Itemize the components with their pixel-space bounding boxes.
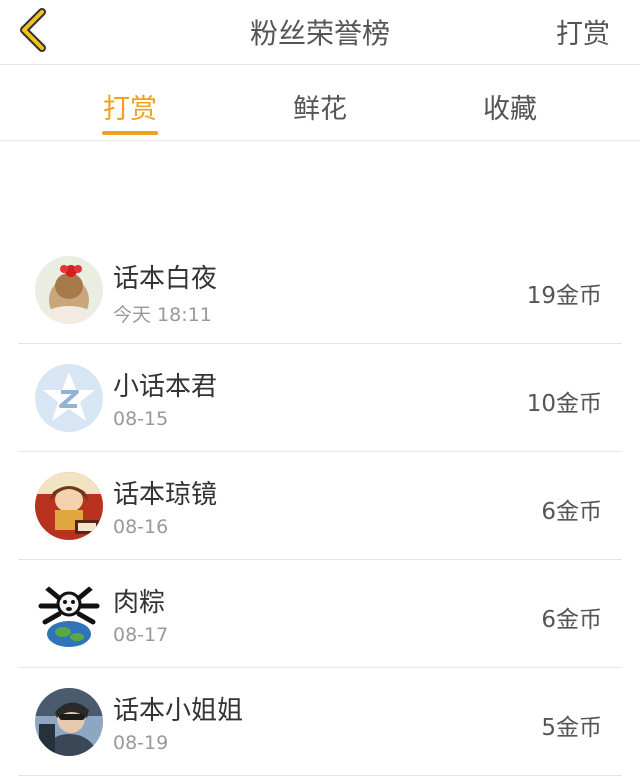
reward-amount: 6金币 (541, 607, 602, 633)
reward-amount: 6金币 (541, 499, 602, 525)
list-item[interactable]: 话本白夜 今天 18:11 19金币 (0, 236, 640, 344)
reward-date: 今天 18:11 (113, 304, 212, 326)
tab-favorites[interactable]: 收藏 (450, 65, 570, 141)
list-item[interactable]: 肉粽 08-17 6金币 (0, 560, 640, 668)
chevron-left-icon (20, 8, 46, 52)
tab-label: 打赏 (103, 94, 157, 125)
tab-label: 鲜花 (293, 94, 347, 125)
fan-list: 话本白夜 今天 18:11 19金币 小话本君 08-15 10金币 话本琼镜 … (0, 236, 640, 776)
list-item[interactable]: 话本琼镜 08-16 6金币 (0, 452, 640, 560)
reward-amount: 5金币 (541, 715, 602, 741)
list-item[interactable]: 小话本君 08-15 10金币 (0, 344, 640, 452)
reward-button[interactable]: 打赏 (556, 12, 610, 51)
divider (18, 775, 622, 776)
cartoon-on-globe-avatar (35, 580, 103, 648)
fan-name: 小话本君 (113, 372, 218, 402)
anime-character-avatar (35, 472, 103, 540)
tab-reward[interactable]: 打赏 (70, 65, 190, 141)
tab-label: 收藏 (483, 94, 537, 125)
top-navigation-bar: 粉丝荣誉榜 打赏 (0, 0, 640, 65)
fan-name: 话本小姐姐 (113, 696, 244, 726)
fan-name: 话本琼镜 (113, 480, 218, 510)
reward-amount: 10金币 (526, 391, 602, 417)
page-title: 粉丝荣誉榜 (249, 17, 390, 50)
girl-with-red-bow-avatar (35, 256, 103, 324)
reward-date: 08-17 (113, 624, 169, 646)
active-tab-indicator (102, 131, 158, 135)
tab-flowers[interactable]: 鲜花 (260, 65, 380, 141)
reward-date: 08-15 (113, 408, 169, 430)
reward-date: 08-19 (113, 732, 169, 754)
person-photo-avatar (35, 688, 103, 756)
blue-star-logo-avatar (35, 364, 103, 432)
tab-bar: 打赏 鲜花 收藏 (0, 65, 640, 141)
list-item[interactable]: 话本小姐姐 08-19 5金币 (0, 668, 640, 776)
back-button[interactable] (14, 6, 54, 54)
fan-name: 话本白夜 (113, 264, 218, 294)
fan-name: 肉粽 (113, 588, 166, 618)
reward-amount: 19金币 (526, 283, 602, 309)
reward-date: 08-16 (113, 516, 169, 538)
